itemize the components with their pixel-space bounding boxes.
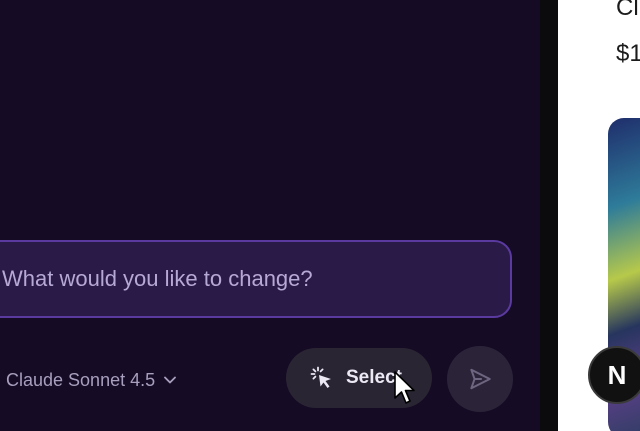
product-price: $1 xyxy=(616,40,640,67)
prompt-input[interactable]: What would you like to change? xyxy=(0,240,512,318)
chat-panel: What would you like to change? Claude So… xyxy=(0,0,540,431)
model-label: Claude Sonnet 4.5 xyxy=(6,369,156,390)
send-icon xyxy=(470,368,491,390)
mouse-pointer-icon xyxy=(394,371,415,404)
product-title: Cl xyxy=(616,0,639,21)
select-element-icon xyxy=(310,366,331,388)
model-selector[interactable]: Claude Sonnet 4.5 xyxy=(6,366,177,394)
nextjs-dev-badge[interactable]: N xyxy=(588,346,640,404)
send-button[interactable] xyxy=(447,346,513,412)
panel-divider[interactable] xyxy=(540,0,558,431)
chevron-down-icon xyxy=(164,376,177,384)
